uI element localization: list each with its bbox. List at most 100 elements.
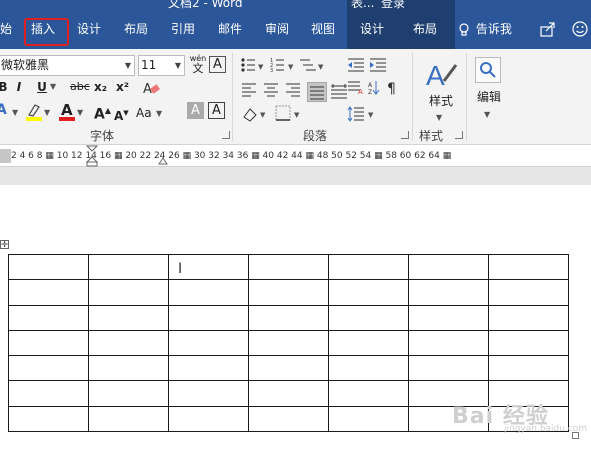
insert-tab-highlight [24,18,69,46]
phonetic-bottom: 文 [192,62,204,75]
table-cell[interactable] [88,329,169,357]
table-cell[interactable] [8,304,89,331]
svg-text:A: A [368,82,373,89]
clear-formatting-icon[interactable]: A [143,80,161,96]
tab-view[interactable]: 视图 [311,9,335,49]
table-cell[interactable] [408,329,489,357]
underline-button[interactable]: U [36,79,48,95]
font-color-button[interactable]: A [59,101,75,121]
font-size-combo[interactable]: 11 ▼ [138,55,185,76]
styles-button[interactable]: A 样式 ▼ [420,55,460,125]
smiley-icon[interactable] [572,21,588,37]
context-tab-header: 表... 登录 [347,0,455,9]
styles-dialog-launcher-icon[interactable] [455,131,463,139]
tab-review[interactable]: 审阅 [265,9,289,49]
tab-table-layout[interactable]: 布局 [413,9,437,49]
table-cell[interactable] [88,355,169,382]
tab-design[interactable]: 设计 [77,9,101,49]
table-cell[interactable] [488,329,569,357]
tab-layout[interactable]: 布局 [124,9,148,49]
table-cell[interactable] [408,304,489,331]
table-cell[interactable] [248,253,329,281]
table-cell[interactable] [328,253,409,281]
italic-button[interactable]: I [14,79,24,95]
horizontal-ruler[interactable]: 2 4 6 8 ▦ 10 12 14 16 ▦ 20 22 24 26 ▦ 30… [0,145,591,167]
table-cell[interactable] [8,380,89,407]
font-name-combo[interactable]: 微软雅黑 ▼ [0,55,135,76]
table-cell[interactable] [8,355,89,382]
table-cell[interactable] [88,304,169,331]
bold-button[interactable]: B [0,79,8,95]
table-cell[interactable] [88,253,169,281]
right-indent-marker-icon[interactable] [158,155,168,165]
align-center-icon [264,83,278,97]
table-cell[interactable] [168,355,249,382]
table-cell[interactable] [488,304,569,331]
table-cell[interactable] [168,304,249,331]
table-cell[interactable] [488,355,569,382]
change-case-button[interactable]: Aa [136,105,152,121]
table-cell[interactable] [168,279,249,306]
table-cell[interactable] [408,355,489,382]
i-beam-cursor-icon: I [178,261,183,277]
tab-mailings[interactable]: 邮件 [218,9,242,49]
table-cell[interactable] [248,329,329,357]
table-cell[interactable] [168,329,249,357]
chevron-down-icon[interactable]: ▼ [44,105,50,121]
font-dialog-launcher-icon[interactable] [222,131,230,139]
table-cell[interactable] [88,405,169,433]
text-effects-button[interactable]: A [0,102,10,118]
table-cell[interactable] [408,253,489,281]
table-cell[interactable] [248,304,329,331]
subscript-button[interactable]: x₂ [94,79,107,95]
table-cell[interactable] [328,355,409,382]
svg-text:¶: ¶ [387,81,396,97]
table-cell[interactable] [328,279,409,306]
highlight-color-button[interactable] [26,102,42,122]
table-cell[interactable] [248,405,329,433]
table-cell[interactable] [248,279,329,306]
table-cell[interactable] [328,380,409,407]
indent-marker-icon[interactable] [86,145,98,167]
table-cell[interactable] [248,380,329,407]
grow-font-button[interactable]: A▲ [94,103,111,123]
tab-references[interactable]: 引用 [171,9,195,49]
paragraph-group-label: 段落 [303,129,328,143]
phonetic-guide-button[interactable]: wén 文 [188,54,208,75]
chevron-down-icon[interactable]: ▼ [156,106,162,122]
chevron-down-icon[interactable]: ▼ [12,105,18,121]
document-page[interactable]: ✛ I Bai 经验 jingyan.baidu.com [0,185,591,452]
table-cell[interactable] [328,329,409,357]
chevron-down-icon[interactable]: ▼ [50,79,56,95]
table-cell[interactable] [248,355,329,382]
table-cell[interactable] [88,279,169,306]
table-cell[interactable] [8,329,89,357]
paragraph-dialog-launcher-icon[interactable] [401,131,409,139]
table-cell[interactable] [8,405,89,433]
superscript-button[interactable]: x² [116,79,129,95]
shrink-font-button[interactable]: A▼ [114,105,129,124]
table-cell[interactable] [8,253,89,281]
share-icon[interactable] [540,21,556,37]
table-cell[interactable] [408,279,489,306]
tab-home[interactable]: 始 [0,9,12,49]
char-shading-button[interactable]: A [187,102,204,119]
table-cell[interactable] [328,304,409,331]
table-cell[interactable] [88,380,169,407]
table-cell[interactable] [168,405,249,433]
table-cell[interactable] [328,405,409,433]
table-cell[interactable] [8,279,89,306]
table-move-handle-icon[interactable]: ✛ [0,240,9,249]
strikethrough-button[interactable]: abc [70,79,90,95]
char-border-button[interactable]: A [208,102,225,119]
table-cell[interactable] [488,279,569,306]
table-cell[interactable] [488,253,569,281]
tell-me-box[interactable]: 告诉我 [459,9,512,49]
login-link[interactable]: 登录 [381,0,405,9]
chevron-down-icon[interactable]: ▼ [77,105,83,121]
tab-table-design[interactable]: 设计 [360,9,384,49]
distributed-icon[interactable] [330,83,348,101]
enclose-chars-button[interactable]: A [209,56,226,73]
table-cell[interactable] [168,380,249,407]
editing-button[interactable]: 编辑 ▼ [470,55,510,125]
